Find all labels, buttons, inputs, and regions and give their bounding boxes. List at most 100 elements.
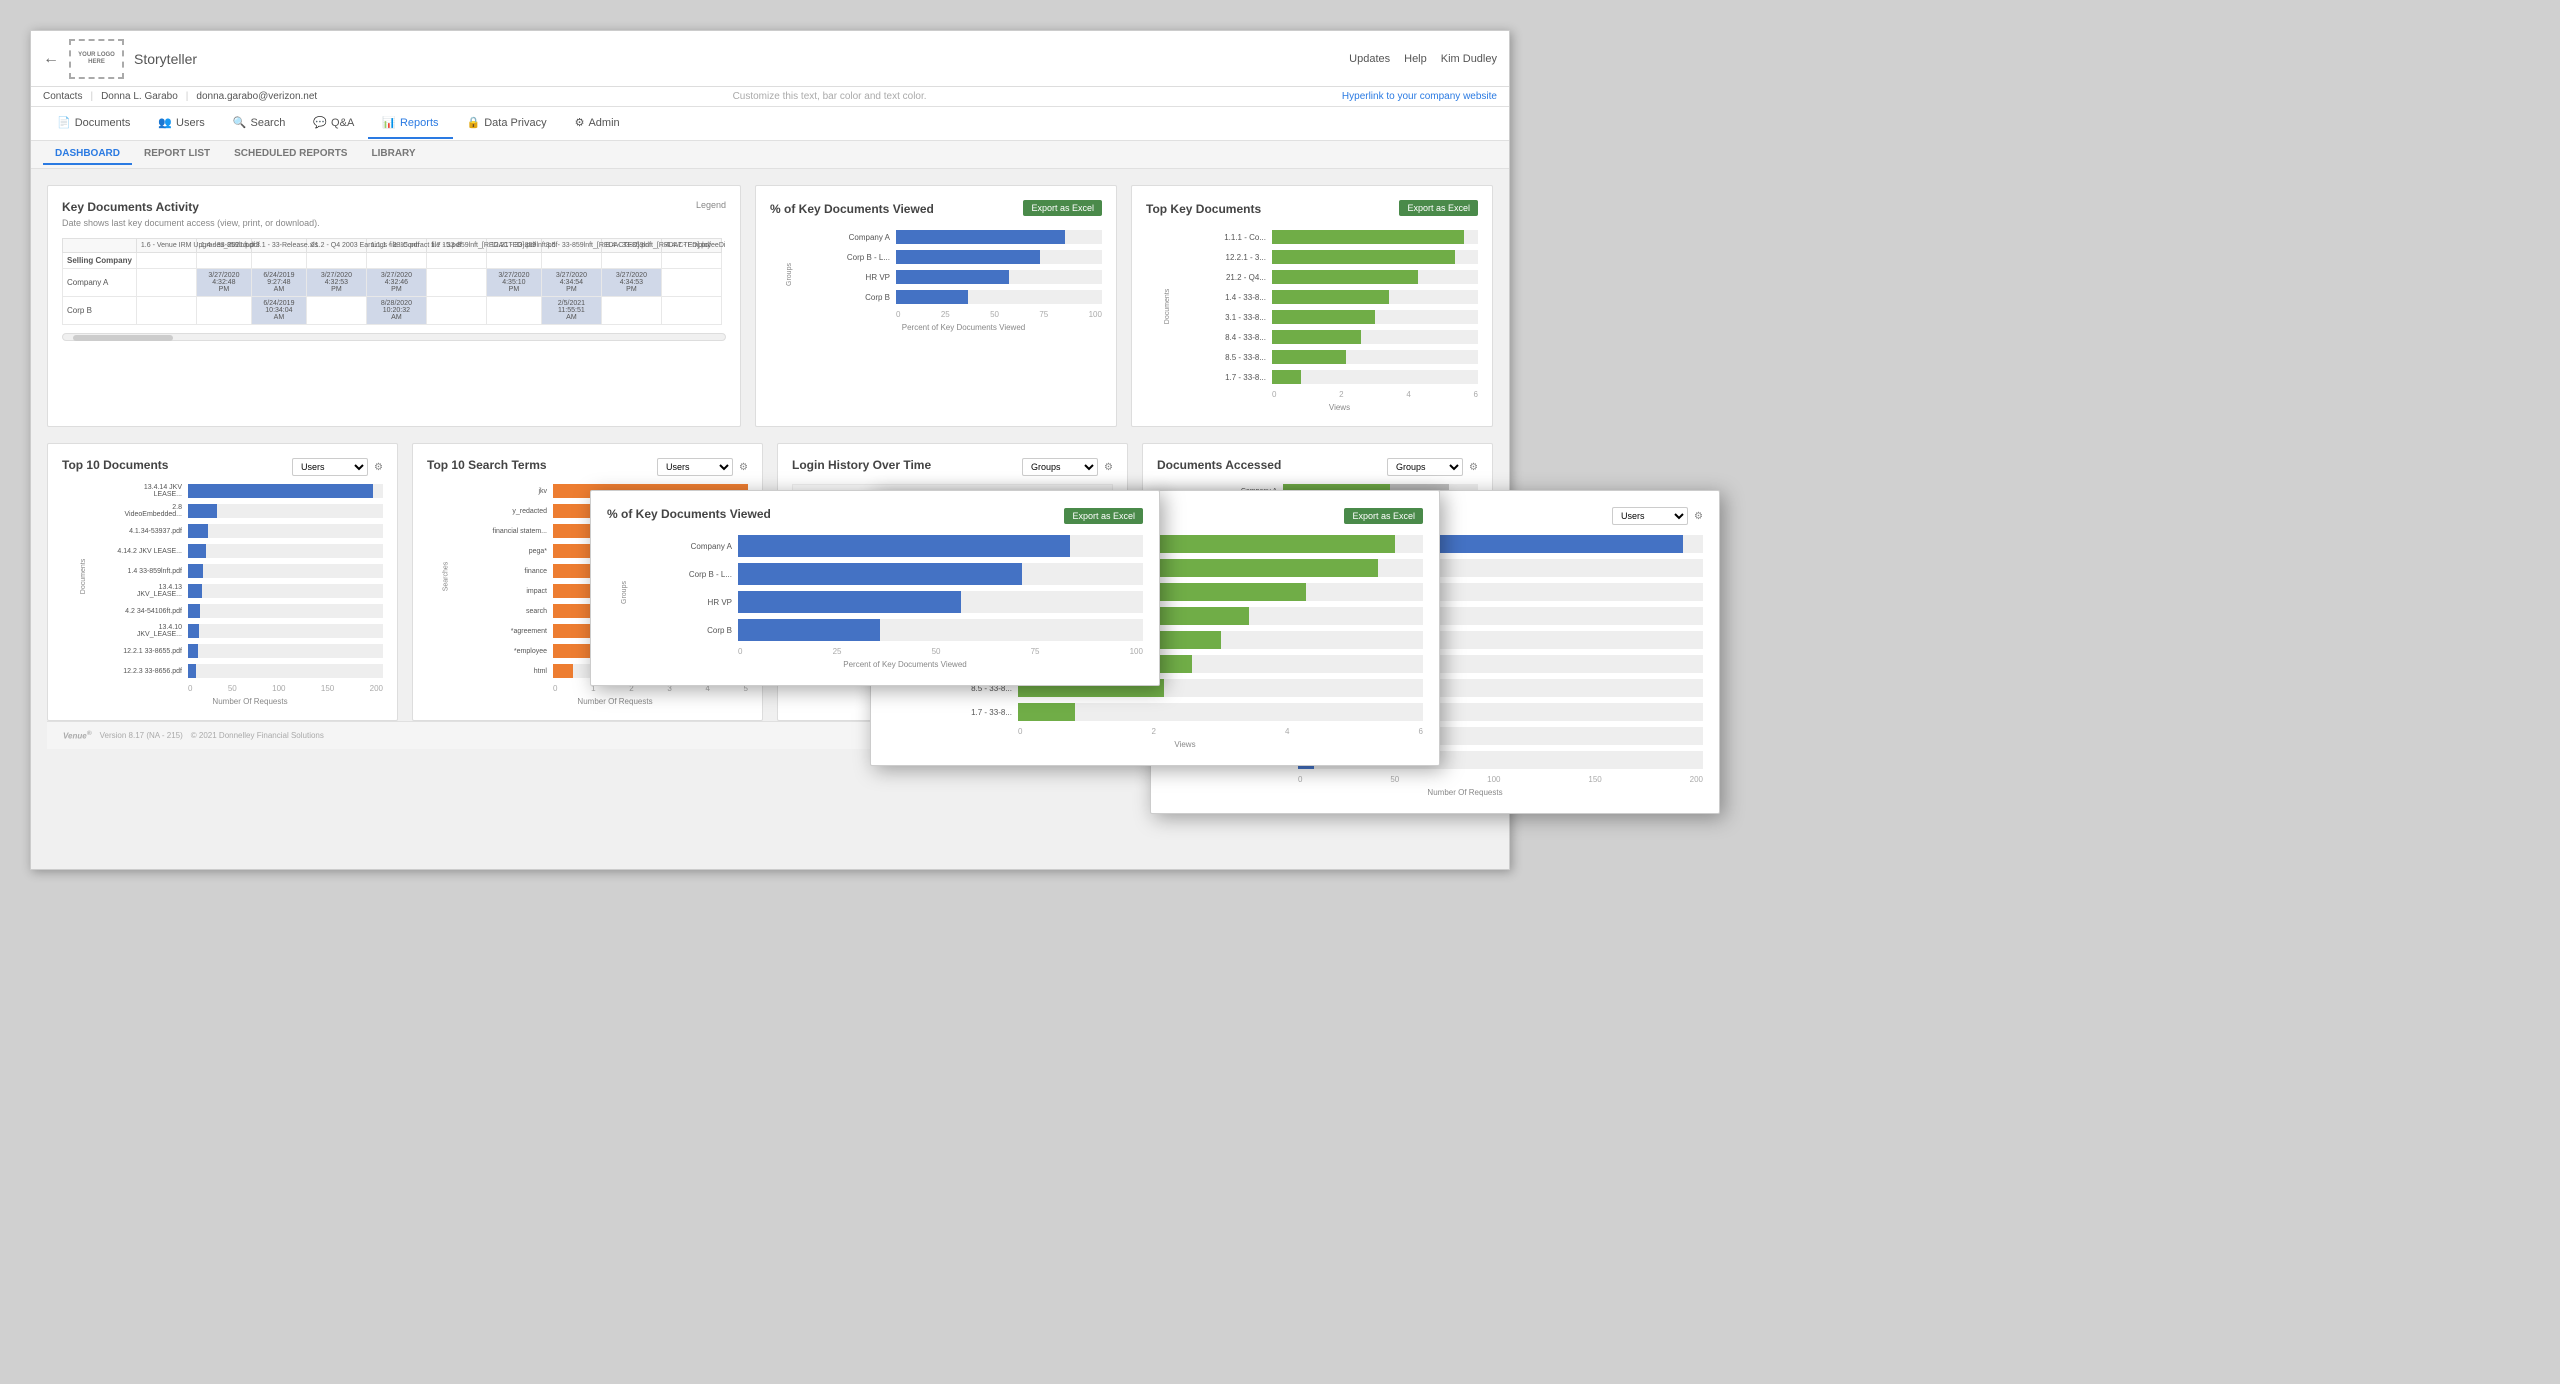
updates-link[interactable]: Updates — [1349, 53, 1390, 65]
top10-bar-10: 12.2.3 33-8656.pdf — [117, 664, 383, 678]
doc-bar-3: 21.2 - Q4... — [1201, 270, 1478, 284]
table-col-8: 8.5 - 33-859lnft_[REDACTED].pdf — [541, 239, 601, 253]
top-key-docs-export[interactable]: Export as Excel — [1399, 200, 1478, 216]
nav-search[interactable]: 🔍 Search — [219, 108, 300, 139]
version-text: Version 8.17 (NA - 215) — [100, 731, 183, 740]
login-header: Login History Over Time Groups Users Com… — [792, 458, 1113, 476]
modal-top10-gear[interactable]: ⚙ — [1694, 511, 1703, 522]
doc-bar-7: 8.5 - 33-8... — [1201, 350, 1478, 364]
nav-reports[interactable]: 📊 Reports — [368, 108, 452, 139]
title-bar: ← YOUR LOGO HERE Storyteller Updates Hel… — [31, 31, 1509, 87]
top10-bar-6: 13.4.13 JKV_LEASE... — [117, 584, 383, 598]
breadcrumb-left: Contacts | Donna L. Garabo | donna.garab… — [43, 91, 317, 102]
help-link[interactable]: Help — [1404, 53, 1427, 65]
nav-admin[interactable]: ⚙ Admin — [561, 108, 634, 139]
top10-bar-5: 1.4 33-859lnft.pdf — [117, 564, 383, 578]
modal-pct-export[interactable]: Export as Excel — [1064, 508, 1143, 524]
pct-card-header: % of Key Documents Viewed Export as Exce… — [770, 200, 1102, 222]
qa-icon: 💬 — [313, 116, 327, 129]
docs-accessed-filter[interactable]: Groups Users Companies — [1387, 458, 1463, 476]
subnav-library[interactable]: LIBRARY — [359, 144, 427, 165]
horizontal-scrollbar[interactable] — [62, 333, 726, 341]
search-icon: 🔍 — [233, 116, 247, 129]
nav-bar: 📄 Documents 👥 Users 🔍 Search 💬 Q&A 📊 Rep… — [31, 107, 1509, 141]
users-icon: 👥 — [158, 116, 172, 129]
user-menu[interactable]: Kim Dudley — [1441, 53, 1497, 65]
modal-pct-header: % of Key Documents Viewed Export as Exce… — [607, 507, 1143, 525]
table-col-5: 1.1.1 - 33-Contract file 15.pdf — [366, 239, 426, 253]
subnav-report-list[interactable]: REPORT LIST — [132, 144, 222, 165]
pct-y-axis-label: Groups — [786, 263, 793, 286]
modal-pct-x-label: Percent of Key Documents Viewed — [667, 660, 1143, 669]
pct-bar-chart: Company A Corp B - L... HR VP Corp — [825, 230, 1102, 304]
breadcrumb-email: donna.garabo@verizon.net — [196, 91, 317, 102]
key-docs-table-wrapper: 1.6 - Venue IRM Upgrades_2021.pdf 1.4 - … — [62, 238, 726, 325]
modal-pct-title: % of Key Documents Viewed — [607, 507, 771, 521]
modal-top10-x-label: Number Of Requests — [1227, 788, 1703, 797]
logo: YOUR LOGO HERE — [69, 39, 124, 79]
nav-documents[interactable]: 📄 Documents — [43, 108, 144, 139]
admin-icon: ⚙ — [575, 116, 585, 129]
brand-name: Venue® — [63, 730, 92, 741]
modal-topkey-export[interactable]: Export as Excel — [1344, 508, 1423, 524]
login-title: Login History Over Time — [792, 458, 931, 472]
documents-icon: 📄 — [57, 116, 71, 129]
top-key-docs-title: Top Key Documents — [1146, 202, 1261, 216]
back-button[interactable]: ← — [43, 50, 59, 68]
pct-chart: Groups Company A Corp B - L... HR VP — [770, 230, 1102, 332]
modal-pct-bar-1: Company A — [667, 535, 1143, 557]
sub-nav: DASHBOARD REPORT LIST SCHEDULED REPORTS … — [31, 141, 1509, 169]
docs-accessed-header: Documents Accessed Groups Users Companie… — [1157, 458, 1478, 476]
doc-bar-4: 1.4 - 33-8... — [1201, 290, 1478, 304]
search-filter-dropdown[interactable]: Users Groups Companies — [657, 458, 733, 476]
top10-bar-chart: 13.4.14 JKV LEASE... 2.8 VideoEmbedded..… — [117, 484, 383, 678]
doc-bar-8: 1.7 - 33-8... — [1201, 370, 1478, 384]
key-docs-subtitle: Date shows last key document access (vie… — [62, 218, 320, 228]
pct-export-button[interactable]: Export as Excel — [1023, 200, 1102, 216]
search-header: Top 10 Search Terms Users Groups Compani… — [427, 458, 748, 476]
top-key-docs-header: Top Key Documents Export as Excel — [1146, 200, 1478, 222]
pct-title: % of Key Documents Viewed — [770, 202, 934, 216]
docs-accessed-gear[interactable]: ⚙ — [1469, 462, 1478, 473]
bar-row-corp-b-l: Corp B - L... — [825, 250, 1102, 264]
search-gear-icon[interactable]: ⚙ — [739, 462, 748, 473]
modal-pct-bar-4: Corp B — [667, 619, 1143, 641]
top10-docs-card: Top 10 Documents Users Groups Companies … — [47, 443, 398, 721]
top-docs-y-label: Documents — [1164, 289, 1171, 324]
login-gear-icon[interactable]: ⚙ — [1104, 462, 1113, 473]
pct-x-axis-label: Percent of Key Documents Viewed — [825, 323, 1102, 332]
top10-header: Top 10 Documents Users Groups Companies … — [62, 458, 383, 476]
table-col-3: 3.1 - 33-Release.xls — [251, 239, 306, 253]
subnav-dashboard[interactable]: DASHBOARD — [43, 144, 132, 165]
bar-row-hr-vp: HR VP — [825, 270, 1102, 284]
legend-link[interactable]: Legend — [696, 200, 726, 210]
top10-filter-dropdown[interactable]: Users Groups Companies — [292, 458, 368, 476]
privacy-icon: 🔒 — [467, 116, 481, 129]
top-key-docs-card: Top Key Documents Export as Excel Docume… — [1131, 185, 1493, 427]
copyright-text: © 2021 Donnelley Financial Solutions — [191, 731, 324, 740]
table-col-2: 1.4 - 33-859lnft.pdf — [196, 239, 251, 253]
top-docs-x-label: Views — [1201, 403, 1478, 412]
top10-gear-icon[interactable]: ⚙ — [374, 462, 383, 473]
login-filter-dropdown[interactable]: Groups Users Companies — [1022, 458, 1098, 476]
top-row: Key Documents Activity Date shows last k… — [47, 185, 1493, 427]
modal-pct-bar-2: Corp B - L... — [667, 563, 1143, 585]
search-x-label: Number Of Requests — [482, 697, 748, 706]
modal-top10-filter[interactable]: Users Groups Companies — [1612, 507, 1688, 525]
subnav-scheduled[interactable]: SCHEDULED REPORTS — [222, 144, 359, 165]
modal-pct-bar-3: HR VP — [667, 591, 1143, 613]
table-col-9: 8.4 - 33-859lnft_[REDACTED].pdf — [601, 239, 661, 253]
top10-y-label: Documents — [80, 559, 87, 594]
nav-qa[interactable]: 💬 Q&A — [299, 108, 368, 139]
nav-data-privacy[interactable]: 🔒 Data Privacy — [453, 108, 561, 139]
table-col-6: 1.7 - 33-859lnft_[REDACTED].pdf — [426, 239, 486, 253]
search-title: Top 10 Search Terms — [427, 458, 547, 472]
top10-title: Top 10 Documents — [62, 458, 168, 472]
table-col-7: 12.21 - 33-859lnft.pdf — [486, 239, 541, 253]
nav-users[interactable]: 👥 Users — [144, 108, 218, 139]
key-docs-table: 1.6 - Venue IRM Upgrades_2021.pdf 1.4 - … — [62, 238, 726, 325]
modal-topkey-x-label: Views — [947, 740, 1423, 749]
breadcrumb-contacts[interactable]: Contacts — [43, 91, 82, 102]
modal-pct-key-docs: % of Key Documents Viewed Export as Exce… — [590, 490, 1160, 686]
hyperlink-text[interactable]: Hyperlink to your company website — [1342, 91, 1497, 102]
